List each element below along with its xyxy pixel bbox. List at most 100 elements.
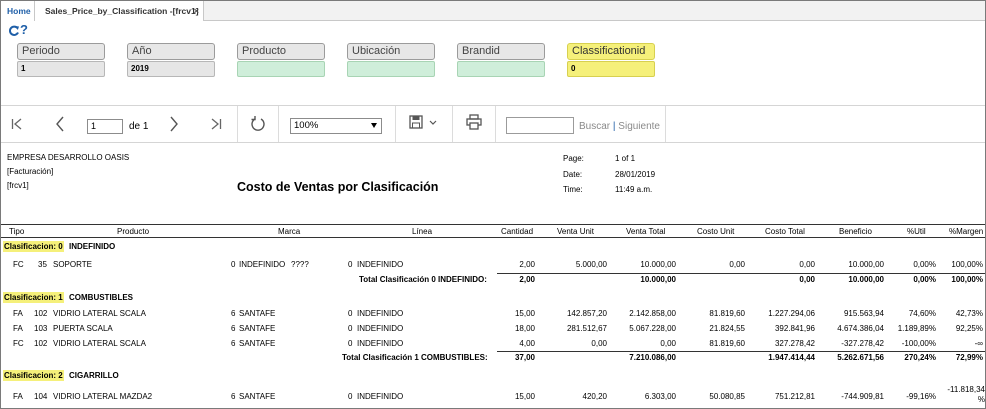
column-header: Beneficio (839, 227, 872, 236)
cell-marca: SANTAFE (239, 309, 276, 318)
cell-costo-total: 392.841,96 (774, 324, 815, 333)
tab-home[interactable]: Home (1, 1, 38, 21)
param-periodo: Periodo 1 (17, 43, 105, 77)
cell-marca: SANTAFE (239, 324, 276, 333)
total-rule (497, 351, 985, 352)
param-brandid-input[interactable] (457, 61, 545, 77)
close-icon[interactable]: × (194, 1, 199, 21)
toolbar-divider (665, 106, 666, 142)
param-producto-input[interactable] (237, 61, 325, 77)
cell-linea-id: 0 (348, 392, 353, 401)
last-page-icon[interactable] (210, 117, 222, 131)
cell-venta-total: 0,00 (660, 339, 676, 348)
cell-beneficio: -327.278,42 (841, 339, 884, 348)
search-button[interactable]: Buscar (579, 121, 610, 132)
param-ubicacion-input[interactable] (347, 61, 435, 77)
search-input[interactable] (506, 117, 574, 134)
cell-venta-unit: 281.512,67 (566, 324, 607, 333)
print-icon[interactable] (466, 114, 482, 130)
report-window: Home Sales_Price_by_Classification -[frc… (0, 0, 986, 409)
cell-beneficio: 915.563,94 (843, 309, 884, 318)
help-icon[interactable]: ? (20, 22, 28, 37)
toolbar-divider (395, 106, 396, 142)
column-header: %Util (907, 227, 926, 236)
cell-costo-unit: 81.819,60 (709, 309, 745, 318)
param-label: Ubicación (347, 43, 435, 60)
group-label: Clasificacion: 2 (3, 370, 64, 381)
cell-costo-unit: 0,00 (729, 260, 745, 269)
cell-venta-unit: 5.000,00 (575, 260, 607, 269)
refresh-icon[interactable] (8, 25, 20, 37)
group-label: Clasificacion: 1 (3, 292, 64, 303)
cell-beneficio: 4.674.386,04 (837, 324, 884, 333)
page-number-input[interactable]: 1 (87, 119, 123, 134)
param-label: Periodo (17, 43, 105, 60)
param-label: Año (127, 43, 215, 60)
group-total-row: Total Clasificación 1 COMBUSTIBLES: 37,0… (1, 353, 985, 367)
group-label: Clasificacion: 0 (3, 241, 64, 252)
cell-linea: INDEFINIDO (357, 324, 404, 333)
report-page: EMPRESA DESARROLLO OASIS [Facturación] [… (1, 143, 985, 408)
toolbar-divider (278, 106, 279, 142)
meta-label: Date: (563, 170, 583, 179)
column-header: Producto (117, 227, 150, 236)
cell-marca-extra: ???? (291, 260, 309, 269)
first-page-icon[interactable] (11, 117, 23, 131)
tab-report[interactable]: Sales_Price_by_Classification -[frcv1] × (34, 1, 204, 21)
cell-codigo: 103 (34, 324, 48, 333)
param-label: Producto (237, 43, 325, 60)
cell-linea-id: 0 (348, 324, 353, 333)
meta-label: Time: (563, 185, 583, 194)
save-export-icon[interactable] (409, 115, 439, 131)
report-title: Costo de Ventas por Clasificación (237, 180, 439, 194)
next-match-button[interactable]: Siguiente (618, 121, 660, 132)
zoom-select[interactable]: 100% (290, 118, 382, 134)
cell-producto: VIDRIO LATERAL MAZDA2 (53, 392, 153, 401)
cell-tipo: FA (13, 309, 23, 318)
cell-tipo: FA (13, 324, 23, 333)
cell-cantidad: 2,00 (519, 260, 535, 269)
column-header: Marca (278, 227, 301, 236)
cell-util: -99,16% (906, 392, 936, 401)
cell-costo-unit: 50.080,85 (709, 392, 745, 401)
next-page-icon[interactable] (169, 116, 179, 132)
total-label: Total Clasificación 0 INDEFINIDO: (359, 275, 487, 284)
cell-codigo: 104 (34, 392, 48, 401)
cell-cantidad: 4,00 (519, 339, 535, 348)
cell-costo-unit: 21.824,55 (709, 324, 745, 333)
cell-util: 74,60% (908, 309, 936, 318)
total-label: Total Clasificación 1 COMBUSTIBLES: (342, 353, 488, 362)
meta-value: 1 of 1 (615, 154, 636, 163)
zoom-value: 100% (294, 120, 319, 131)
cell-linea: INDEFINIDO (357, 309, 404, 318)
total-costo: 1.947.414,44 (768, 353, 815, 362)
total-cantidad: 37,00 (514, 353, 535, 362)
cell-linea-id: 0 (348, 339, 353, 348)
reload-icon[interactable] (250, 115, 266, 133)
cell-cantidad: 15,00 (514, 309, 535, 318)
group-name: INDEFINIDO (69, 242, 116, 251)
total-rule (497, 273, 985, 274)
column-header: Cantidad (501, 227, 534, 236)
meta-value: 11:49 a.m. (615, 185, 653, 194)
cell-venta-total: 2.142.858,00 (629, 309, 676, 318)
cell-util: 1.189,89% (897, 324, 936, 333)
cell-tipo: FC (13, 260, 24, 269)
toolbar-divider (237, 106, 238, 142)
cell-producto: VIDRIO LATERAL SCALA (53, 309, 146, 318)
param-periodo-input[interactable]: 1 (17, 61, 105, 77)
cell-venta-total: 10.000,00 (640, 260, 676, 269)
cell-costo-total: 751.212,81 (774, 392, 815, 401)
cell-marca: SANTAFE (239, 339, 276, 348)
cell-linea: INDEFINIDO (357, 392, 404, 401)
search-separator: | (612, 121, 616, 132)
cell-costo-total: 327.278,42 (774, 339, 815, 348)
cell-util: -100,00% (901, 339, 936, 348)
meta-label: Page: (563, 154, 584, 163)
param-ano-input[interactable]: 2019 (127, 61, 215, 77)
group-name: CIGARRILLO (69, 371, 119, 380)
prev-page-icon[interactable] (55, 116, 65, 132)
param-classificationid-input[interactable]: 0 (567, 61, 655, 77)
cell-codigo: 102 (34, 339, 48, 348)
group-header: Clasificacion: 0 INDEFINIDO (1, 241, 985, 255)
